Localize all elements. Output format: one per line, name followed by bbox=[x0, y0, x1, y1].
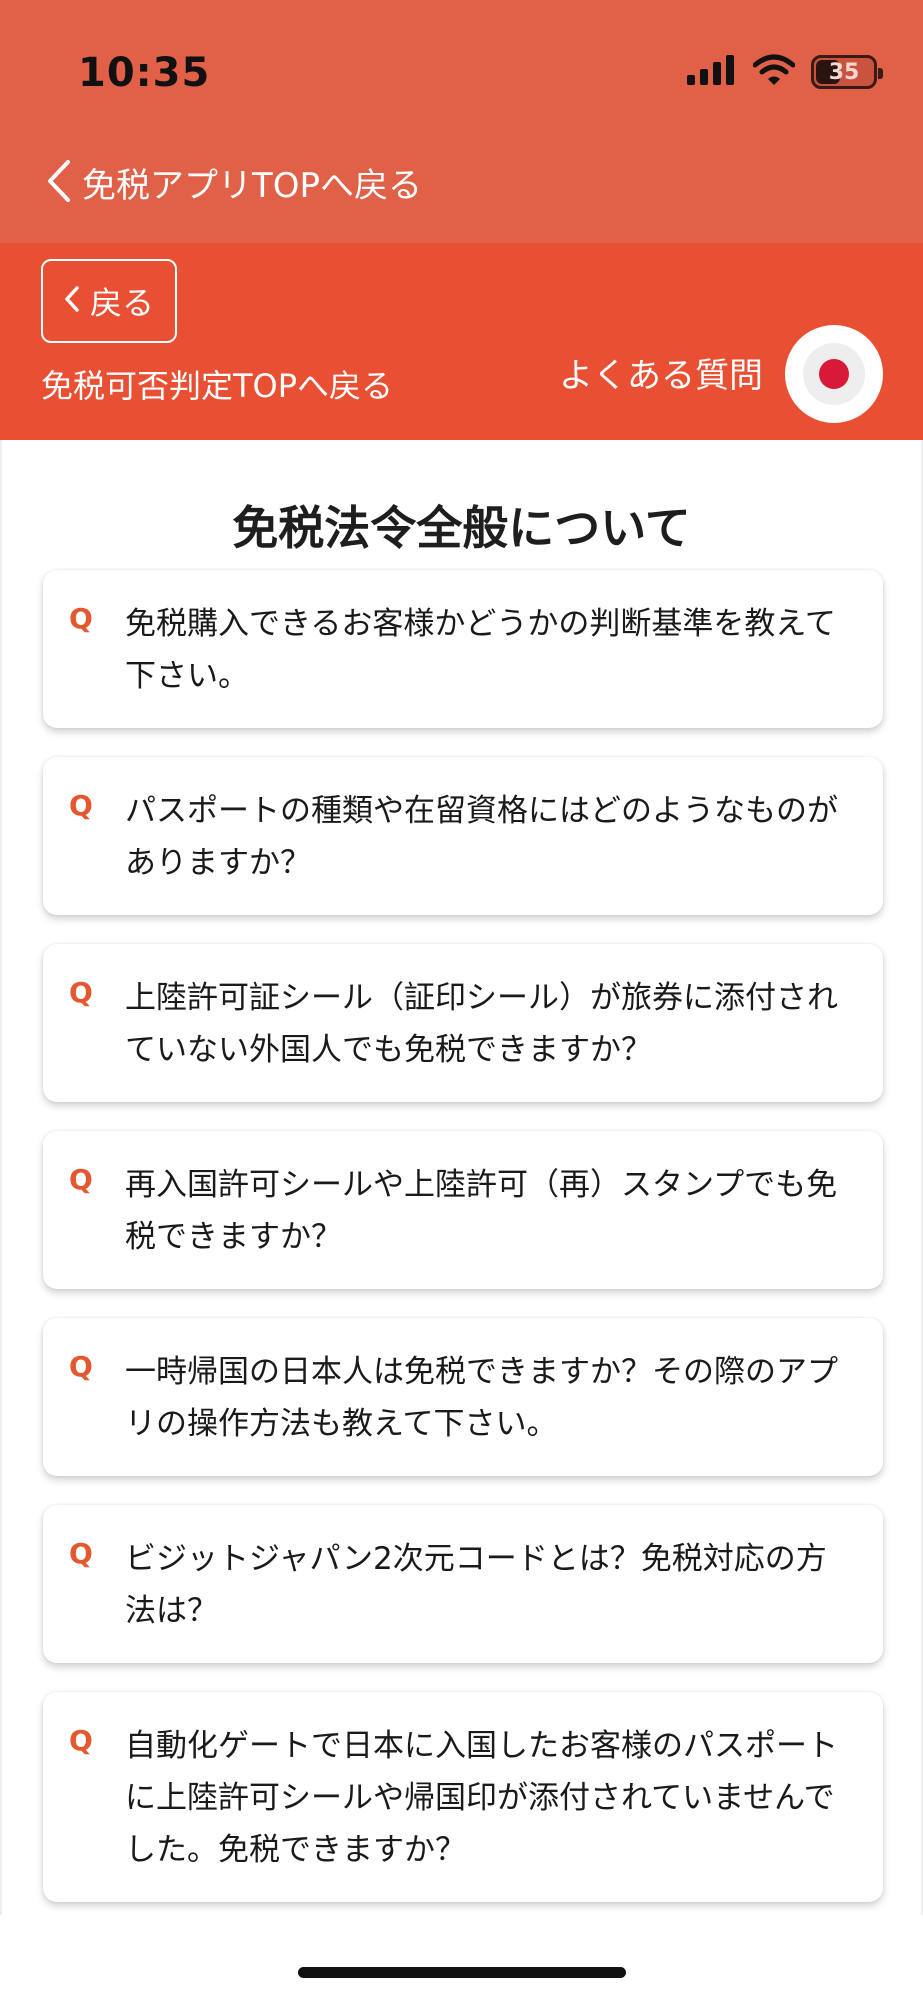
q-mark: Q bbox=[69, 1724, 93, 1757]
q-mark: Q bbox=[69, 1350, 93, 1383]
q-mark: Q bbox=[69, 789, 93, 822]
faq-item[interactable]: Q 自動化ゲートで日本に入国したお客様のパスポートに上陸許可シールや帰国印が添付… bbox=[43, 1692, 883, 1902]
faq-link[interactable]: よくある質問 bbox=[559, 348, 763, 397]
chevron-left-icon bbox=[46, 159, 72, 207]
faq-question: パスポートの種類や在留資格にはどのようなものがありますか？ bbox=[125, 793, 838, 881]
faq-list: Q 免税購入できるお客様かどうかの判断基準を教えて下さい。 Q パスポートの種類… bbox=[43, 570, 883, 1915]
faq-question: ビジットジャパン2次元コードとは？免税対応の方法は？ bbox=[125, 1541, 827, 1629]
faq-question: 再入国許可シールや上陸許可（再）スタンプでも免税できますか？ bbox=[125, 1167, 838, 1255]
q-mark: Q bbox=[69, 602, 93, 635]
faq-item[interactable]: Q 再入国許可シールや上陸許可（再）スタンプでも免税できますか？ bbox=[43, 1131, 883, 1289]
judge-top-back-link[interactable]: 免税可否判定TOPへ戻る bbox=[41, 361, 393, 407]
faq-question: 免税購入できるお客様かどうかの判断基準を教えて下さい。 bbox=[125, 606, 836, 694]
faq-item[interactable]: Q ビジットジャパン2次元コードとは？免税対応の方法は？ bbox=[43, 1505, 883, 1663]
tax-free-header: 戻る 免税可否判定TOPへ戻る よくある質問 bbox=[0, 243, 923, 440]
signal-icon bbox=[687, 55, 737, 89]
chevron-left-icon bbox=[64, 285, 80, 317]
q-mark: Q bbox=[69, 1163, 93, 1196]
faq-content: 免税法令全般について Q 免税購入できるお客様かどうかの判断基準を教えて下さい。… bbox=[0, 440, 923, 1915]
status-time: 10:35 bbox=[78, 50, 211, 96]
top-app-bar: 10:35 35 免税アプリTOPへ戻る bbox=[0, 0, 923, 243]
faq-item[interactable]: Q パスポートの種類や在留資格にはどのようなものがありますか？ bbox=[43, 757, 883, 915]
back-button-label: 戻る bbox=[89, 284, 154, 322]
app-top-back-label: 免税アプリTOPへ戻る bbox=[82, 166, 423, 206]
wifi-icon bbox=[752, 54, 796, 90]
faq-question: 自動化ゲートで日本に入国したお客様のパスポートに上陸許可シールや帰国印が添付され… bbox=[125, 1728, 838, 1868]
language-button[interactable] bbox=[785, 325, 883, 423]
q-mark: Q bbox=[69, 976, 93, 1009]
faq-item[interactable]: Q 一時帰国の日本人は免税できますか？その際のアプリの操作方法も教えて下さい。 bbox=[43, 1318, 883, 1476]
home-indicator[interactable] bbox=[298, 1967, 626, 1978]
faq-question: 上陸許可証シール（証印シール）が旅券に添付されていない外国人でも免税できますか？ bbox=[125, 980, 838, 1068]
battery-icon: 35 bbox=[811, 55, 883, 89]
battery-level: 35 bbox=[828, 59, 860, 85]
screen: 10:35 35 免税アプリTOPへ戻る 戻る 免税可否判定TOPへ戻る よくあ… bbox=[0, 0, 923, 2000]
back-button[interactable]: 戻る bbox=[41, 259, 177, 343]
app-top-back-link[interactable]: 免税アプリTOPへ戻る bbox=[46, 158, 422, 207]
status-icons: 35 bbox=[687, 52, 883, 92]
faq-item[interactable]: Q 免税購入できるお客様かどうかの判断基準を教えて下さい。 bbox=[43, 570, 883, 728]
q-mark: Q bbox=[69, 1537, 93, 1570]
faq-question: 一時帰国の日本人は免税できますか？その際のアプリの操作方法も教えて下さい。 bbox=[125, 1354, 838, 1442]
section-title: 免税法令全般について bbox=[232, 501, 691, 555]
japan-flag-icon bbox=[803, 343, 865, 405]
faq-item[interactable]: Q 上陸許可証シール（証印シール）が旅券に添付されていない外国人でも免税できます… bbox=[43, 944, 883, 1102]
